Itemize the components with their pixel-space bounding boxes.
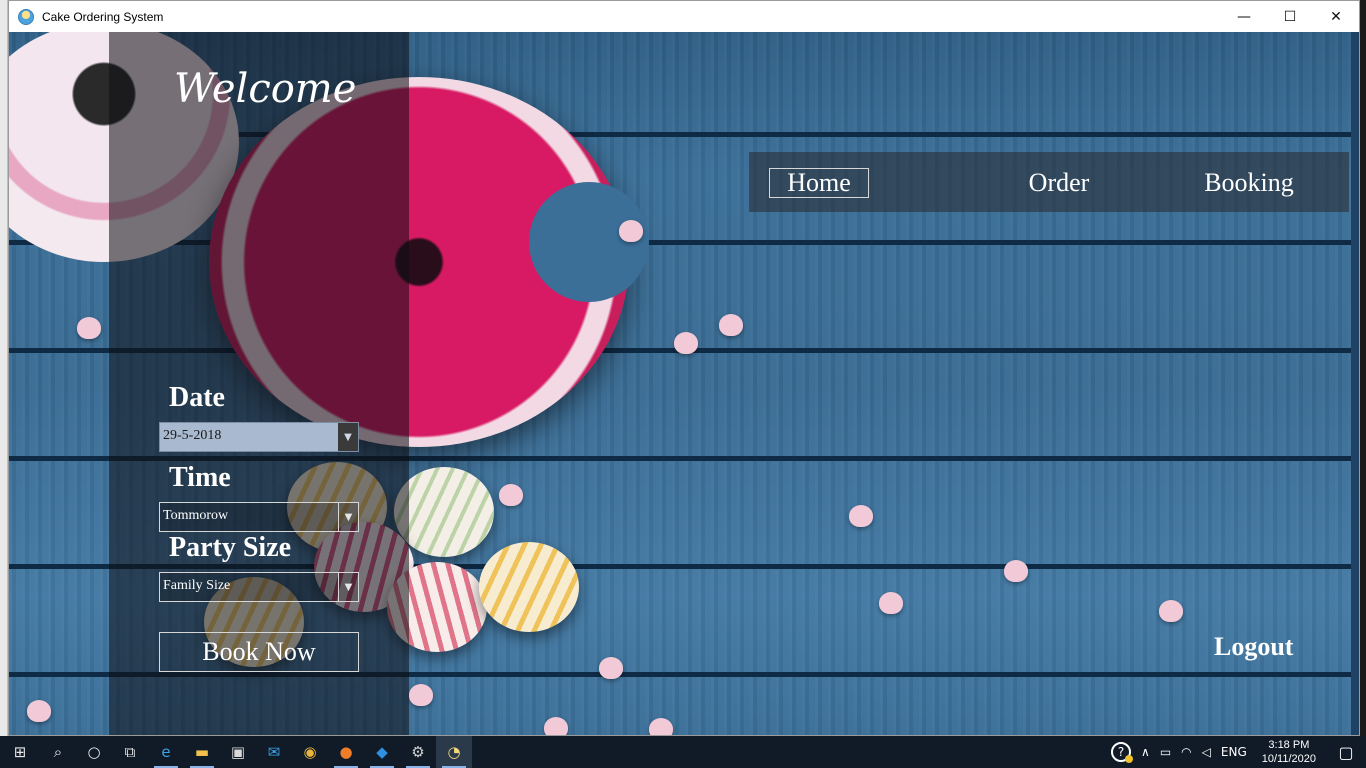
chrome-icon[interactable]: ◉: [292, 736, 328, 768]
heart-sprinkle: [879, 592, 903, 614]
clock[interactable]: 3:18 PM 10/11/2020: [1252, 738, 1326, 766]
maximize-button[interactable]: ☐: [1267, 1, 1313, 32]
task-view-icon[interactable]: ⧉: [112, 736, 148, 768]
help-icon[interactable]: ?: [1106, 736, 1136, 768]
cake-app-icon[interactable]: ◔: [436, 736, 472, 768]
search-icon[interactable]: ⌕: [40, 736, 76, 768]
language-indicator[interactable]: ENG: [1216, 736, 1252, 768]
battery-icon[interactable]: ▭: [1155, 736, 1176, 768]
nav-booking[interactable]: Booking: [1199, 168, 1299, 198]
heart-sprinkle: [649, 718, 673, 735]
heart-sprinkle: [77, 317, 101, 339]
wifi-icon[interactable]: ◠: [1176, 736, 1196, 768]
date-label: Date: [169, 382, 225, 413]
time-dropdown[interactable]: Tommorow ▼: [159, 502, 359, 532]
app-icon: [18, 8, 34, 25]
heart-sprinkle: [1159, 600, 1183, 622]
heart-sprinkle: [719, 314, 743, 336]
vscode-icon[interactable]: ◆: [364, 736, 400, 768]
app-client-area: Welcome Date 29-5-2018 ▼ Time Tommorow ▼…: [9, 32, 1359, 735]
firefox-icon[interactable]: ●: [328, 736, 364, 768]
title-bar[interactable]: Cake Ordering System — ☐ ✕: [9, 1, 1359, 32]
party-size-dropdown[interactable]: Family Size ▼: [159, 572, 359, 602]
time-label: Time: [169, 462, 231, 493]
booking-panel: [109, 32, 409, 735]
date-picker[interactable]: 29-5-2018 ▼: [159, 422, 359, 452]
window-right-border: [1351, 32, 1359, 735]
nav-home[interactable]: Home: [769, 168, 869, 198]
minimize-button[interactable]: —: [1221, 1, 1267, 32]
start-icon[interactable]: ⊞: [0, 736, 40, 768]
store-icon[interactable]: ▣: [220, 736, 256, 768]
app-window: Cake Ordering System — ☐ ✕ Welcome Date …: [8, 0, 1360, 736]
candy-image: [479, 542, 579, 632]
logout-button[interactable]: Logout: [1214, 632, 1293, 662]
heart-sprinkle: [599, 657, 623, 679]
clock-date: 10/11/2020: [1261, 753, 1316, 765]
party-size-label: Party Size: [169, 532, 292, 563]
chevron-down-icon[interactable]: ▼: [338, 503, 358, 531]
close-button[interactable]: ✕: [1313, 1, 1359, 32]
desktop-edge: [0, 0, 8, 736]
cortana-icon[interactable]: ○: [76, 736, 112, 768]
welcome-heading: Welcome: [174, 66, 357, 112]
system-tray: ? ∧ ▭ ◠ ◁ ENG 3:18 PM 10/11/2020 ▢: [1106, 736, 1366, 768]
heart-sprinkle: [499, 484, 523, 506]
candy-image: [394, 467, 494, 557]
party-size-value: Family Size: [163, 578, 231, 593]
edge-icon[interactable]: e: [148, 736, 184, 768]
heart-sprinkle: [619, 220, 643, 242]
clock-time: 3:18 PM: [1268, 739, 1310, 751]
volume-icon[interactable]: ◁: [1197, 736, 1216, 768]
file-explorer-icon[interactable]: ▬: [184, 736, 220, 768]
window-title: Cake Ordering System: [42, 9, 164, 24]
chevron-down-icon[interactable]: ▼: [338, 423, 358, 451]
heart-sprinkle: [674, 332, 698, 354]
taskbar: ⊞ ⌕ ○ ⧉ e ▬ ▣ ✉ ◉ ● ◆ ⚙ ◔ ? ∧ ▭ ◠ ◁ ENG …: [0, 736, 1366, 768]
date-value: 29-5-2018: [163, 428, 222, 443]
heart-sprinkle: [27, 700, 51, 722]
chevron-down-icon[interactable]: ▼: [338, 573, 358, 601]
book-now-button[interactable]: Book Now: [159, 632, 359, 672]
notifications-icon[interactable]: ▢: [1326, 736, 1366, 768]
time-value: Tommorow: [163, 508, 229, 523]
heart-sprinkle: [849, 505, 873, 527]
donut-bite-shape: [529, 182, 649, 302]
nav-order[interactable]: Order: [1014, 168, 1104, 198]
mail-icon[interactable]: ✉: [256, 736, 292, 768]
heart-sprinkle: [1004, 560, 1028, 582]
window-controls: — ☐ ✕: [1221, 1, 1359, 32]
top-navigation: Home Order Booking: [749, 152, 1349, 212]
heart-sprinkle: [544, 717, 568, 735]
settings-icon[interactable]: ⚙: [400, 736, 436, 768]
chevron-up-icon[interactable]: ∧: [1136, 736, 1155, 768]
heart-sprinkle: [409, 684, 433, 706]
